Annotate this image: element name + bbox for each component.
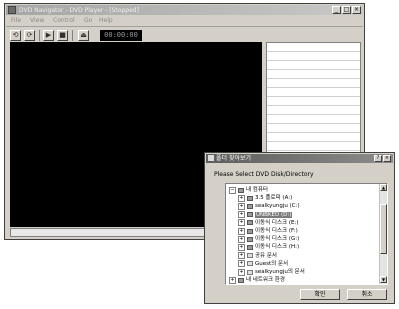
dialog-title: 폴더 찾아보기	[216, 155, 252, 162]
menu-bar: File View Control Go Help	[6, 16, 363, 25]
floppy-icon	[247, 195, 253, 201]
folder-icon	[247, 261, 253, 267]
menu-help[interactable]: Help	[99, 16, 113, 25]
time-display: 00:00:00	[100, 30, 142, 41]
expand-toggle-icon[interactable]: +	[238, 243, 245, 251]
tree-item-label: sealkyungju의 문서	[255, 269, 305, 275]
tree-item-label: 이동식 디스크 (H:)	[255, 244, 300, 251]
tree-item[interactable]: + 내 네트워크 환경	[229, 276, 285, 284]
expand-toggle-icon[interactable]: +	[238, 219, 245, 227]
expand-toggle-icon[interactable]: +	[238, 252, 245, 260]
tree-item-label: 내 네트워크 환경	[246, 277, 285, 284]
expand-toggle-icon[interactable]: +	[238, 268, 245, 276]
window-title: DVD Navigator - DVD Player - [Stopped]	[19, 7, 139, 14]
browse-folder-dialog: 폴더 찾아보기 ? × Please Select DVD Disk/Direc…	[204, 152, 395, 304]
cdrom-icon	[247, 212, 253, 218]
dialog-close-button[interactable]: ×	[383, 155, 391, 162]
tree-item[interactable]: + 이동식 디스크 (G:)	[238, 235, 299, 243]
help-button[interactable]: ?	[374, 155, 382, 162]
collapse-toggle-icon[interactable]: −	[229, 186, 236, 194]
tree-item[interactable]: +3.5 플로피 (A:)	[238, 194, 292, 202]
tree-item[interactable]: + Guest의 문서	[238, 260, 288, 268]
ok-button[interactable]: 확인	[300, 289, 340, 300]
tree-item[interactable]: + 공유 문서	[238, 252, 277, 260]
rewind-button[interactable]: ⟲	[10, 30, 21, 41]
maximize-button[interactable]: □	[342, 6, 351, 14]
tree-item[interactable]: − 내 컴퓨터	[229, 186, 268, 194]
dialog-title-bar[interactable]: 폴더 찾아보기 ? ×	[206, 154, 393, 163]
computer-icon	[238, 187, 244, 193]
scroll-thumb[interactable]	[380, 204, 387, 254]
dialog-prompt: Please Select DVD Disk/Directory	[214, 171, 314, 178]
tree-item[interactable]: + 이동식 디스크 (F:)	[238, 227, 298, 235]
expand-toggle-icon[interactable]: +	[238, 211, 245, 219]
folder-icon	[247, 269, 253, 275]
expand-toggle-icon[interactable]: +	[238, 194, 245, 202]
folder-tree[interactable]: − 내 컴퓨터 +3.5 플로피 (A:) + sealkyungju (C:) + UNB…	[225, 183, 388, 285]
expand-toggle-icon[interactable]: +	[238, 202, 245, 210]
removable-icon	[247, 236, 253, 242]
tree-item[interactable]: + UNBKED (D:)	[238, 211, 293, 219]
removable-icon	[247, 220, 253, 226]
tree-item-label: UNBKED (D:)	[255, 211, 293, 218]
removable-icon	[247, 244, 253, 250]
network-icon	[238, 277, 244, 283]
expand-toggle-icon[interactable]: +	[238, 227, 245, 235]
tree-item-label: 공유 문서	[255, 252, 277, 259]
expand-toggle-icon[interactable]: +	[238, 260, 245, 268]
tree-item-label: sealkyungju (C:)	[255, 203, 300, 210]
minimize-button[interactable]: _	[332, 6, 341, 14]
menu-view[interactable]: View	[30, 16, 44, 25]
tree-item-label: 내 컴퓨터	[246, 187, 268, 193]
play-button[interactable]: ▶	[43, 30, 54, 41]
tree-item[interactable]: + 이동식 디스크 (E:)	[238, 219, 298, 227]
toolbar-separator	[72, 30, 73, 41]
tree-item-label: 이동식 디스크 (E:)	[255, 219, 299, 226]
scroll-down-button[interactable]: ▼	[380, 276, 387, 283]
tree-scrollbar[interactable]: ▲ ▼	[379, 184, 387, 284]
menu-file[interactable]: File	[11, 16, 21, 25]
tree-item[interactable]: + sealkyungju의 문서	[238, 268, 305, 276]
drive-icon	[247, 203, 253, 209]
removable-icon	[247, 228, 253, 234]
tree-item[interactable]: + sealkyungju (C:)	[238, 202, 300, 210]
toolbar-separator	[39, 30, 40, 41]
main-title-bar[interactable]: DVD Navigator - DVD Player - [Stopped] _…	[6, 5, 363, 15]
cancel-button[interactable]: 취소	[347, 289, 387, 300]
eject-button[interactable]: ⏏	[78, 30, 89, 41]
forward-button[interactable]: ⟳	[24, 30, 35, 41]
expand-toggle-icon[interactable]: +	[238, 235, 245, 243]
tree-item-label: 이동식 디스크 (G:)	[255, 236, 300, 243]
menu-go[interactable]: Go	[84, 16, 92, 25]
tree-item-label: Guest의 문서	[255, 260, 289, 267]
app-icon	[8, 6, 16, 14]
dialog-icon	[208, 155, 214, 161]
scroll-up-button[interactable]: ▲	[380, 184, 387, 191]
tree-item-label: 이동식 디스크 (F:)	[255, 228, 298, 234]
expand-toggle-icon[interactable]: +	[229, 276, 236, 284]
tree-item[interactable]: + 이동식 디스크 (H:)	[238, 243, 299, 251]
folder-icon	[247, 253, 253, 259]
close-button[interactable]: ×	[352, 6, 361, 14]
menu-control[interactable]: Control	[53, 16, 75, 25]
tree-item-label: 3.5 플로피 (A:)	[255, 195, 293, 202]
stop-button[interactable]: ■	[57, 30, 68, 41]
toolbar: ⟲ ⟳ ▶ ■ ⏏ 00:00:00	[6, 26, 363, 42]
